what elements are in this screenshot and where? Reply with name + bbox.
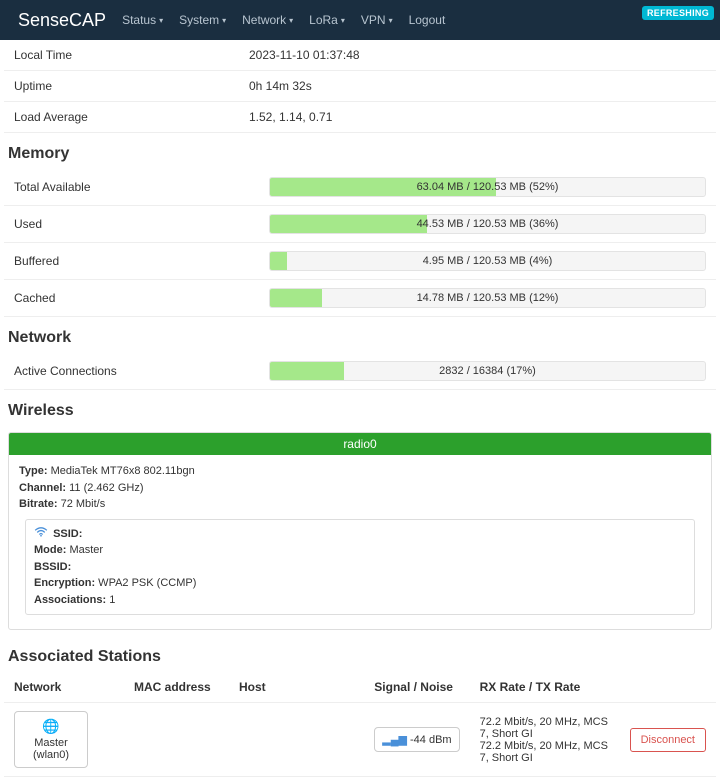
label: Buffered xyxy=(4,243,259,280)
cell-rate: 72.2 Mbit/s, 20 MHz, MCS 7, Short GI 72.… xyxy=(470,703,620,777)
nav-status[interactable]: Status▾ xyxy=(114,13,171,27)
value: 1.52, 1.14, 0.71 xyxy=(239,102,716,133)
progress-bar: 44.53 MB / 120.53 MB (36%) xyxy=(269,214,706,234)
label: Total Available xyxy=(4,169,259,206)
nav-network[interactable]: Network▾ xyxy=(234,13,301,27)
col-action xyxy=(620,672,716,703)
table-row: Active Connections 2832 / 16384 (17%) xyxy=(4,353,716,390)
memory-heading: Memory xyxy=(4,133,716,169)
col-host: Host xyxy=(229,672,364,703)
tx-rate: 72.2 Mbit/s, 20 MHz, MCS 7, Short GI xyxy=(480,740,608,764)
progress-cell: 4.95 MB / 120.53 MB (4%) xyxy=(259,243,716,280)
caret-icon: ▾ xyxy=(389,16,393,25)
cell-mac xyxy=(124,703,229,777)
net-if: (wlan0) xyxy=(33,749,69,761)
col-network: Network xyxy=(4,672,124,703)
signal-text: -44 dBm xyxy=(410,734,452,746)
signal-badge: ▂▄▆-44 dBm xyxy=(374,727,459,752)
progress-cell: 14.78 MB / 120.53 MB (12%) xyxy=(259,280,716,317)
table-row: Buffered 4.95 MB / 120.53 MB (4%) xyxy=(4,243,716,280)
progress-text: 44.53 MB / 120.53 MB (36%) xyxy=(270,215,705,233)
cell-action: Disconnect xyxy=(620,703,716,777)
col-rate: RX Rate / TX Rate xyxy=(470,672,620,703)
wifi-icon xyxy=(34,526,48,543)
refresh-badge[interactable]: REFRESHING xyxy=(642,6,714,20)
radio-body: Type: MediaTek MT76x8 802.11bgn Channel:… xyxy=(9,455,711,629)
nav-logout[interactable]: Logout xyxy=(401,13,454,27)
table-header: Network MAC address Host Signal / Noise … xyxy=(4,672,716,703)
cell-host xyxy=(229,703,364,777)
progress-bar: 14.78 MB / 120.53 MB (12%) xyxy=(269,288,706,308)
value: 2023-11-10 01:37:48 xyxy=(239,40,716,71)
caret-icon: ▾ xyxy=(159,16,163,25)
net-name: Master xyxy=(34,737,68,749)
globe-icon: 🌐 xyxy=(33,718,69,735)
col-mac: MAC address xyxy=(124,672,229,703)
row-localtime: Local Time 2023-11-10 01:37:48 xyxy=(4,40,716,71)
col-signal: Signal / Noise xyxy=(364,672,469,703)
nav-menu: Status▾ System▾ Network▾ LoRa▾ VPN▾ Logo… xyxy=(114,13,453,27)
network-badge: 🌐 Master (wlan0) xyxy=(14,711,88,768)
status-table: Local Time 2023-11-10 01:37:48 Uptime 0h… xyxy=(4,40,716,133)
caret-icon: ▾ xyxy=(341,16,345,25)
progress-cell: 2832 / 16384 (17%) xyxy=(259,353,716,390)
navbar: SenseCAP Status▾ System▾ Network▾ LoRa▾ … xyxy=(0,0,720,40)
progress-bar: 2832 / 16384 (17%) xyxy=(269,361,706,381)
rx-rate: 72.2 Mbit/s, 20 MHz, MCS 7, Short GI xyxy=(480,716,608,740)
assoc-heading: Associated Stations xyxy=(4,636,716,672)
nav-system[interactable]: System▾ xyxy=(171,13,234,27)
progress-cell: 63.04 MB / 120.53 MB (52%) xyxy=(259,169,716,206)
label: Active Connections xyxy=(4,353,259,390)
caret-icon: ▾ xyxy=(289,16,293,25)
progress-text: 63.04 MB / 120.53 MB (52%) xyxy=(270,178,705,196)
label: Used xyxy=(4,206,259,243)
progress-text: 14.78 MB / 120.53 MB (12%) xyxy=(270,289,705,307)
progress-text: 2832 / 16384 (17%) xyxy=(270,362,705,380)
row-uptime: Uptime 0h 14m 32s xyxy=(4,71,716,102)
ssid-box: SSID: Mode: Master BSSID: Encryption: WP… xyxy=(25,519,695,616)
memory-table: Total Available 63.04 MB / 120.53 MB (52%… xyxy=(4,169,716,317)
table-row: Total Available 63.04 MB / 120.53 MB (52%… xyxy=(4,169,716,206)
network-table: Active Connections 2832 / 16384 (17%) xyxy=(4,353,716,390)
label: Local Time xyxy=(4,40,239,71)
nav-vpn[interactable]: VPN▾ xyxy=(353,13,401,27)
caret-icon: ▾ xyxy=(222,16,226,25)
progress-text: 4.95 MB / 120.53 MB (4%) xyxy=(270,252,705,270)
label: Load Average xyxy=(4,102,239,133)
nav-lora[interactable]: LoRa▾ xyxy=(301,13,353,27)
progress-cell: 44.53 MB / 120.53 MB (36%) xyxy=(259,206,716,243)
wireless-box: radio0 Type: MediaTek MT76x8 802.11bgn C… xyxy=(8,432,712,630)
brand: SenseCAP xyxy=(10,10,114,31)
table-row: Cached 14.78 MB / 120.53 MB (12%) xyxy=(4,280,716,317)
value: 0h 14m 32s xyxy=(239,71,716,102)
progress-bar: 4.95 MB / 120.53 MB (4%) xyxy=(269,251,706,271)
cell-signal: ▂▄▆-44 dBm xyxy=(364,703,469,777)
label: Uptime xyxy=(4,71,239,102)
disconnect-button[interactable]: Disconnect xyxy=(630,728,706,752)
row-loadavg: Load Average 1.52, 1.14, 0.71 xyxy=(4,102,716,133)
progress-bar: 63.04 MB / 120.53 MB (52%) xyxy=(269,177,706,197)
label: Cached xyxy=(4,280,259,317)
signal-icon: ▂▄▆ xyxy=(382,734,407,746)
table-row: Used 44.53 MB / 120.53 MB (36%) xyxy=(4,206,716,243)
wireless-heading: Wireless xyxy=(4,390,716,426)
assoc-table: Network MAC address Host Signal / Noise … xyxy=(4,672,716,777)
table-row: 🌐 Master (wlan0) ▂▄▆-44 dBm 72.2 Mbit/s,… xyxy=(4,703,716,777)
radio-header: radio0 xyxy=(9,433,711,455)
network-heading: Network xyxy=(4,317,716,353)
cell-network: 🌐 Master (wlan0) xyxy=(4,703,124,777)
